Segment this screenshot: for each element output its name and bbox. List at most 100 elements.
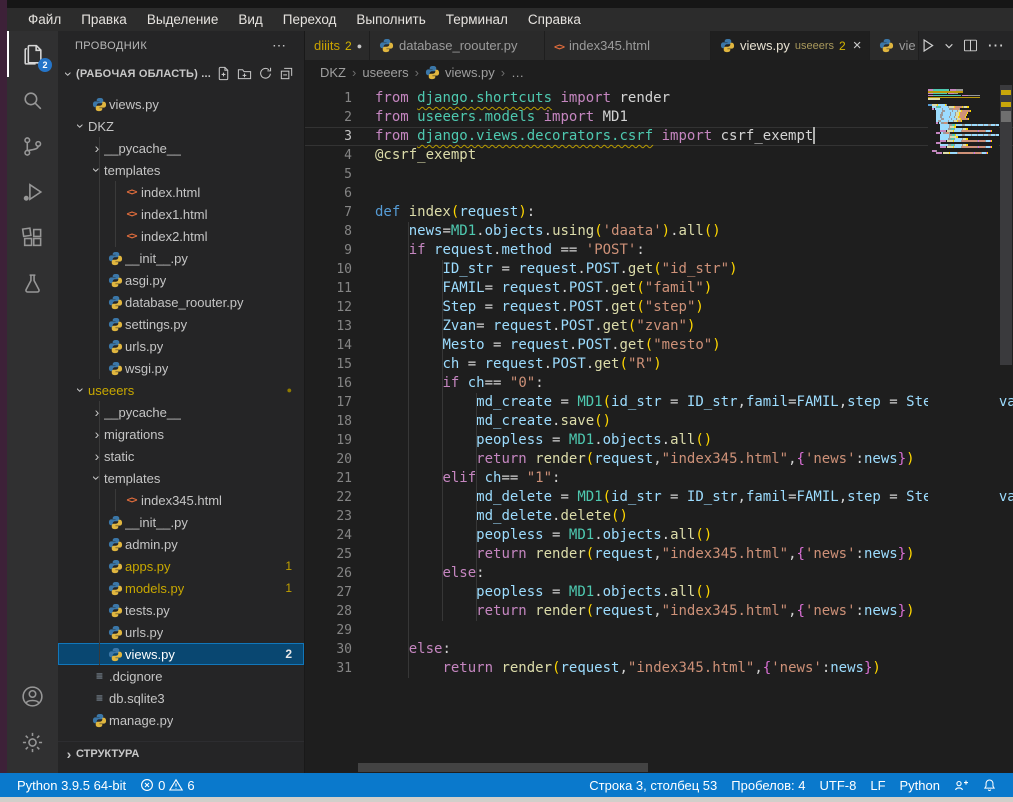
structure-section-header[interactable]: › СТРУКТУРА <box>58 741 304 766</box>
tree-item-migrations[interactable]: ›migrations <box>58 423 304 445</box>
code-line-4[interactable]: 4@csrf_exempt <box>305 146 1013 165</box>
tree-item-models-py[interactable]: models.py1 <box>58 577 304 599</box>
line-number[interactable]: 1 <box>305 89 352 108</box>
tab-index345.html[interactable]: <>index345.html <box>545 31 711 60</box>
line-number[interactable]: 11 <box>305 279 352 298</box>
line-number[interactable]: 30 <box>305 640 352 659</box>
menu-item-2[interactable]: Правка <box>71 8 137 31</box>
workspace-section-header[interactable]: › (РАБОЧАЯ ОБЛАСТЬ) ... <box>58 60 304 87</box>
feedback-button[interactable] <box>947 779 976 792</box>
menu-item-5[interactable]: Переход <box>273 8 347 31</box>
menu-item-1[interactable]: Файл <box>18 8 71 31</box>
tab-diiits[interactable]: diiits2● <box>305 31 370 60</box>
code-line-10[interactable]: 10 ID_str = request.POST.get("id_str") <box>305 260 1013 279</box>
tree-item-index345-html[interactable]: <>index345.html <box>58 489 304 511</box>
tree-item-wsgi-py[interactable]: wsgi.py <box>58 357 304 379</box>
code-line-30[interactable]: 30 else: <box>305 640 1013 659</box>
code-line-26[interactable]: 26 else: <box>305 564 1013 583</box>
code-line-13[interactable]: 13 Zvan= request.POST.get("zvan") <box>305 317 1013 336</box>
notifications-button[interactable] <box>976 778 1003 792</box>
line-number[interactable]: 12 <box>305 298 352 317</box>
dirty-dot-icon[interactable]: ● <box>357 41 362 51</box>
scrollbar-thumb[interactable] <box>1000 85 1012 365</box>
code-line-19[interactable]: 19 peopless = MD1.objects.all() <box>305 431 1013 450</box>
split-editor-icon[interactable] <box>962 37 979 54</box>
code-line-1[interactable]: 1from django.shortcuts import render <box>305 89 1013 108</box>
tree-item-templates[interactable]: ›templates <box>58 159 304 181</box>
code-line-8[interactable]: 8 news=MD1.objects.using('daata').all() <box>305 222 1013 241</box>
code-line-21[interactable]: 21 elif ch== "1": <box>305 469 1013 488</box>
line-number[interactable]: 22 <box>305 488 352 507</box>
python-interpreter[interactable]: Python 3.9.5 64-bit <box>10 778 133 793</box>
tree-item-views-py[interactable]: views.py <box>58 93 304 115</box>
code-line-25[interactable]: 25 return render(request,"index345.html"… <box>305 545 1013 564</box>
activity-run-debug[interactable] <box>7 169 58 215</box>
code-line-29[interactable]: 29 <box>305 621 1013 640</box>
menu-item-4[interactable]: Вид <box>228 8 272 31</box>
problems-status[interactable]: 0 6 <box>133 778 201 793</box>
code-line-9[interactable]: 9 if request.method == 'POST': <box>305 241 1013 260</box>
code-line-20[interactable]: 20 return render(request,"index345.html"… <box>305 450 1013 469</box>
line-number[interactable]: 27 <box>305 583 352 602</box>
status-item-3[interactable]: LF <box>863 778 892 793</box>
line-number[interactable]: 8 <box>305 222 352 241</box>
close-icon[interactable]: × <box>853 37 862 54</box>
line-number[interactable]: 14 <box>305 336 352 355</box>
tree-item--dcignore[interactable]: ≡.dcignore <box>58 665 304 687</box>
tree-item-urls-py[interactable]: urls.py <box>58 335 304 357</box>
tree-item-apps-py[interactable]: apps.py1 <box>58 555 304 577</box>
line-number[interactable]: 21 <box>305 469 352 488</box>
tree-item-index-html[interactable]: <>index.html <box>58 181 304 203</box>
code-line-3[interactable]: 3from django.views.decorators.csrf impor… <box>305 127 1013 146</box>
line-number[interactable]: 5 <box>305 165 352 184</box>
refresh-icon[interactable] <box>258 66 273 81</box>
code-line-23[interactable]: 23 md_delete.delete() <box>305 507 1013 526</box>
code-line-5[interactable]: 5 <box>305 165 1013 184</box>
menu-item-8[interactable]: Справка <box>518 8 591 31</box>
line-number[interactable]: 4 <box>305 146 352 165</box>
activity-search[interactable] <box>7 77 58 123</box>
line-number[interactable]: 15 <box>305 355 352 374</box>
line-number[interactable]: 20 <box>305 450 352 469</box>
activity-testing[interactable] <box>7 261 58 307</box>
line-number[interactable]: 6 <box>305 184 352 203</box>
more-actions-icon[interactable]: ⋯ <box>987 36 1004 56</box>
line-number[interactable]: 24 <box>305 526 352 545</box>
tree-item-static[interactable]: ›static <box>58 445 304 467</box>
line-number[interactable]: 2 <box>305 108 352 127</box>
tree-item-index2-html[interactable]: <>index2.html <box>58 225 304 247</box>
horizontal-scrollbar[interactable] <box>358 763 648 772</box>
code-line-22[interactable]: 22 md_delete = MD1(id_str = ID_str,famil… <box>305 488 1013 507</box>
tab-vie[interactable]: vie <box>870 31 919 60</box>
tree-item--init-py[interactable]: __init__.py <box>58 247 304 269</box>
breadcrumb-item-2[interactable]: views.py <box>425 65 495 80</box>
code-line-24[interactable]: 24 peopless = MD1.objects.all() <box>305 526 1013 545</box>
tree-item-manage-py[interactable]: manage.py <box>58 709 304 731</box>
code-line-6[interactable]: 6 <box>305 184 1013 203</box>
menu-item-6[interactable]: Выполнить <box>346 8 435 31</box>
tree-item-database-roouter-py[interactable]: database_roouter.py <box>58 291 304 313</box>
tree-item-settings-py[interactable]: settings.py <box>58 313 304 335</box>
tree-item--pycache-[interactable]: ›__pycache__ <box>58 137 304 159</box>
code-editor[interactable]: 1from django.shortcuts import render2fro… <box>305 85 1013 773</box>
line-number[interactable]: 31 <box>305 659 352 678</box>
line-number[interactable]: 25 <box>305 545 352 564</box>
breadcrumb-item-3[interactable]: … <box>511 65 524 80</box>
tree-item-admin-py[interactable]: admin.py <box>58 533 304 555</box>
activity-extensions[interactable] <box>7 215 58 261</box>
tree-item-db-sqlite3[interactable]: ≡db.sqlite3 <box>58 687 304 709</box>
breadcrumb-item-0[interactable]: DKZ <box>320 65 346 80</box>
tree-item--pycache-[interactable]: ›__pycache__ <box>58 401 304 423</box>
minimap[interactable] <box>928 85 999 773</box>
menu-item-3[interactable]: Выделение <box>137 8 229 31</box>
line-number[interactable]: 3 <box>305 127 352 146</box>
chevron-down-icon[interactable] <box>944 41 954 51</box>
sidebar-more-icon[interactable]: ⋯ <box>272 37 286 54</box>
menu-item-7[interactable]: Терминал <box>436 8 518 31</box>
line-number[interactable]: 16 <box>305 374 352 393</box>
code-line-12[interactable]: 12 Step = request.POST.get("step") <box>305 298 1013 317</box>
line-number[interactable]: 17 <box>305 393 352 412</box>
status-item-4[interactable]: Python <box>893 778 947 793</box>
code-line-14[interactable]: 14 Mesto = request.POST.get("mesto") <box>305 336 1013 355</box>
tree-item-dkz[interactable]: ›DKZ <box>58 115 304 137</box>
